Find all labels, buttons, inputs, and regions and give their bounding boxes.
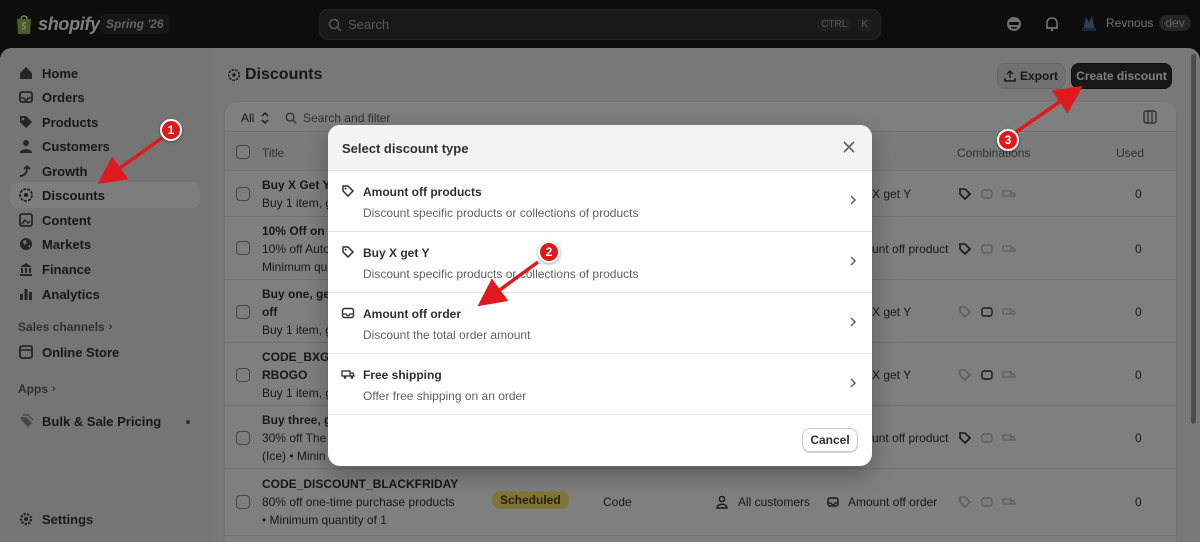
chevron-right-icon: [850, 317, 857, 327]
option-title: Free shipping: [363, 368, 442, 382]
option-title: Amount off order: [363, 307, 461, 321]
option-title: Amount off products: [363, 185, 482, 199]
chevron-right-icon: [850, 256, 857, 266]
option-buy-x-get-y[interactable]: Buy X get Y Discount specific products o…: [328, 232, 872, 293]
option-description: Discount specific products or collection…: [363, 206, 639, 220]
tag-icon: [342, 185, 355, 198]
modal-header: Select discount type: [328, 125, 872, 171]
tag-icon: [342, 246, 355, 259]
option-description: Discount the total order amount: [363, 328, 531, 342]
step-1-marker: 1: [160, 119, 182, 141]
option-description: Discount specific products or collection…: [363, 267, 639, 281]
select-discount-type-modal: Select discount type Amount off products…: [328, 125, 872, 466]
truck-icon: [341, 370, 355, 379]
order-icon: [341, 307, 355, 319]
step-3-marker: 3: [997, 129, 1019, 151]
chevron-right-icon: [850, 378, 857, 388]
option-free-shipping[interactable]: Free shipping Offer free shipping on an …: [328, 354, 872, 415]
cancel-label: Cancel: [810, 433, 850, 447]
cancel-button[interactable]: Cancel: [802, 428, 858, 452]
chevron-right-icon: [850, 195, 857, 205]
option-amount-off-products[interactable]: Amount off products Discount specific pr…: [328, 171, 872, 232]
option-title: Buy X get Y: [363, 246, 430, 260]
modal-title: Select discount type: [342, 141, 469, 156]
close-icon[interactable]: [842, 140, 856, 154]
option-amount-off-order[interactable]: Amount off order Discount the total orde…: [328, 293, 872, 354]
option-description: Offer free shipping on an order: [363, 389, 527, 403]
step-2-marker: 2: [538, 241, 560, 263]
